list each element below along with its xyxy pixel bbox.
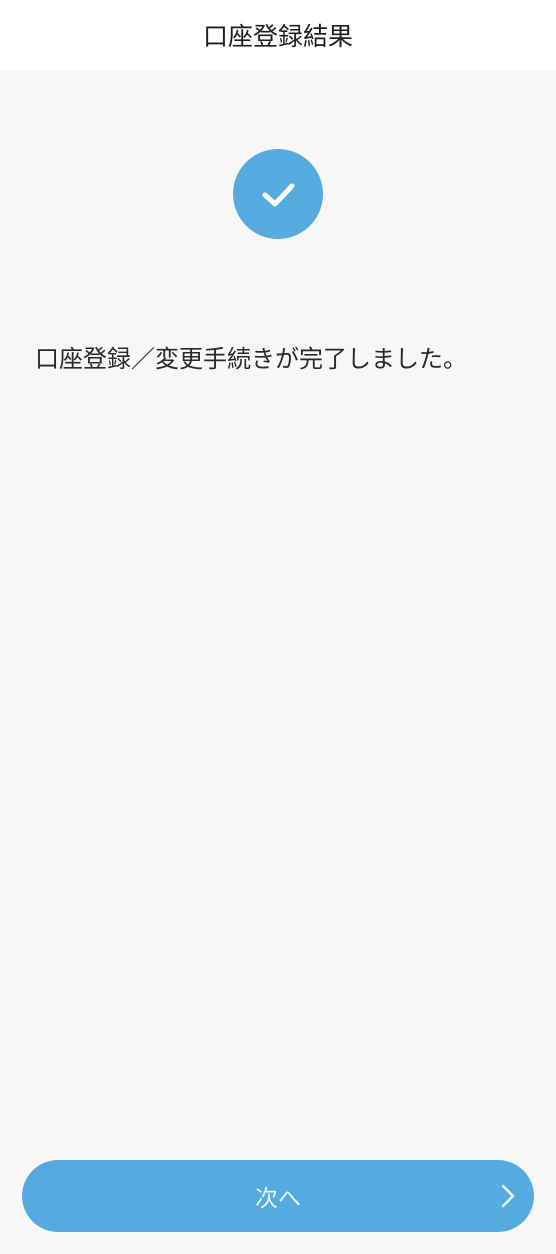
check-icon — [262, 183, 295, 207]
chevron-right-icon — [501, 1184, 515, 1208]
page-title: 口座登録結果 — [202, 22, 353, 51]
success-check-badge — [233, 149, 323, 239]
header-bar: 口座登録結果 — [0, 0, 556, 70]
next-button[interactable]: 次へ — [22, 1160, 534, 1232]
completion-message: 口座登録／変更手続きが完了しました。 — [35, 345, 467, 373]
next-button-label: 次へ — [255, 1186, 301, 1212]
